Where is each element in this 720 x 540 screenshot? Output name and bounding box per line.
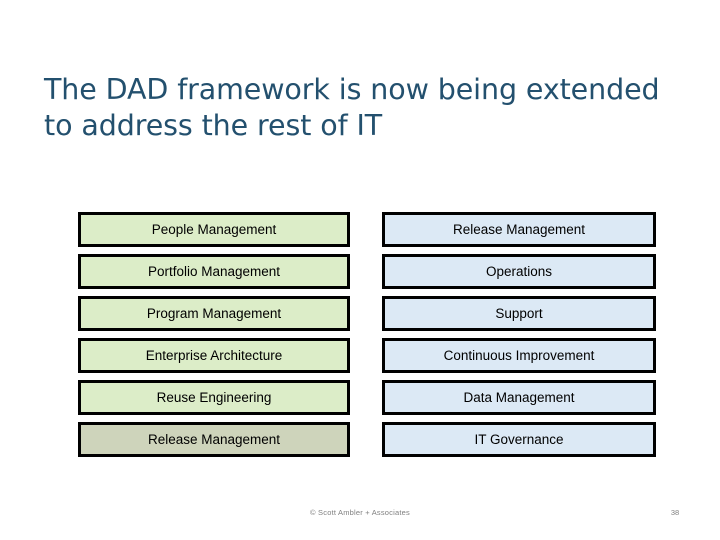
capability-label: Portfolio Management bbox=[147, 263, 281, 279]
capability-label: Reuse Engineering bbox=[156, 389, 272, 405]
page-number: 38 bbox=[670, 508, 680, 517]
capability-box[interactable]: Release Management bbox=[78, 422, 350, 457]
footer-copyright: © Scott Ambler + Associates bbox=[310, 508, 410, 517]
capability-box[interactable]: Reuse Engineering bbox=[78, 380, 350, 415]
capability-label: Program Management bbox=[146, 305, 282, 321]
capability-label: IT Governance bbox=[474, 431, 564, 447]
capability-box[interactable]: Support bbox=[382, 296, 656, 331]
capability-box[interactable]: Continuous Improvement bbox=[382, 338, 656, 373]
capability-box[interactable]: Operations bbox=[382, 254, 656, 289]
capability-label: Enterprise Architecture bbox=[145, 347, 283, 363]
capability-box[interactable]: Program Management bbox=[78, 296, 350, 331]
capability-box[interactable]: People Management bbox=[78, 212, 350, 247]
capability-label: Release Management bbox=[452, 221, 586, 237]
capability-box[interactable]: Enterprise Architecture bbox=[78, 338, 350, 373]
capability-label: Continuous Improvement bbox=[443, 347, 595, 363]
capability-label: People Management bbox=[151, 221, 277, 237]
right-column: Release Management Operations Support Co… bbox=[382, 212, 656, 457]
capability-label: Support bbox=[495, 305, 543, 321]
capability-grid: People Management Portfolio Management P… bbox=[78, 212, 656, 457]
capability-box[interactable]: Data Management bbox=[382, 380, 656, 415]
capability-box[interactable]: IT Governance bbox=[382, 422, 656, 457]
slide: The DAD framework is now being extended … bbox=[0, 0, 720, 540]
left-column: People Management Portfolio Management P… bbox=[78, 212, 350, 457]
capability-label: Operations bbox=[485, 263, 553, 279]
capability-label: Release Management bbox=[147, 431, 281, 447]
capability-box[interactable]: Release Management bbox=[382, 212, 656, 247]
capability-box[interactable]: Portfolio Management bbox=[78, 254, 350, 289]
page-title: The DAD framework is now being extended … bbox=[44, 73, 660, 142]
capability-label: Data Management bbox=[463, 389, 575, 405]
